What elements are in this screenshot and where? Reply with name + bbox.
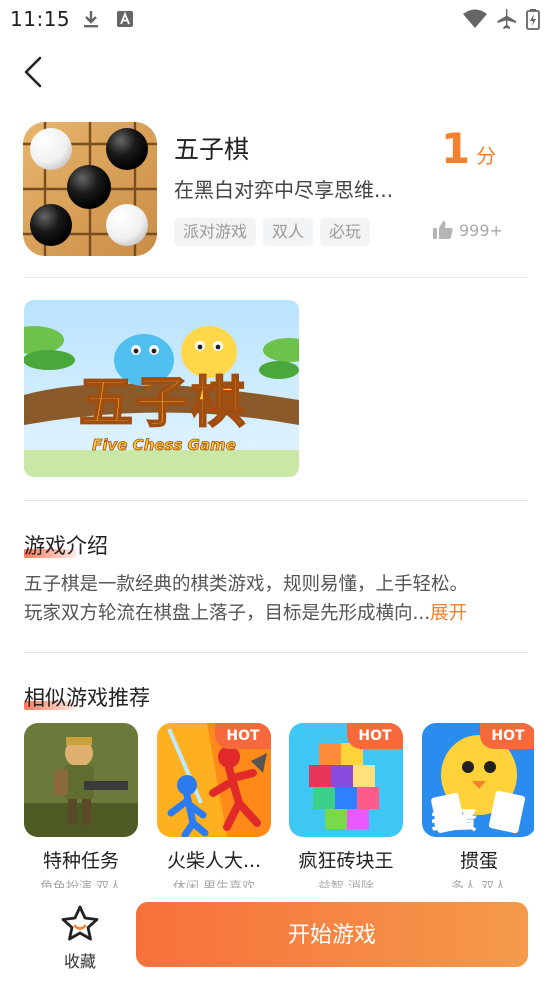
similar-game-item[interactable]: HOT 疯狂砖块王 益智 消除 <box>289 723 403 891</box>
wifi-icon <box>463 9 487 28</box>
game-thumbnail: 掼蛋 HOT <box>422 723 534 837</box>
like-count: 999+ <box>459 220 503 240</box>
game-name: 掼蛋 <box>459 850 498 872</box>
start-game-button[interactable]: 开始游戏 <box>136 902 528 967</box>
tag-list: 派对游戏 双人 必玩 <box>174 218 371 246</box>
thumbs-up-icon <box>433 221 453 239</box>
notification-a-icon <box>117 11 133 27</box>
battery-charging-icon <box>526 9 540 30</box>
similar-game-item[interactable]: HOT 火柴人大... 休闲 男生喜欢 <box>157 723 271 891</box>
airplane-mode-icon <box>497 9 516 29</box>
tag[interactable]: 派对游戏 <box>174 218 257 246</box>
intro-line-1: 五子棋是一款经典的棋类游戏，规则易懂，上手轻松。 <box>24 574 469 595</box>
game-thumbnail: HOT <box>157 723 271 837</box>
divider <box>24 277 528 278</box>
similar-game-item[interactable]: 掼蛋 HOT 掼蛋 多人 双人 <box>422 723 534 891</box>
star-icon <box>61 905 99 941</box>
game-title: 五子棋 <box>174 135 250 164</box>
hot-badge: HOT <box>215 723 271 749</box>
intro-text: 五子棋是一款经典的棋类游戏，规则易懂，上手轻松。 玩家双方轮流在棋盘上落子，目标… <box>24 570 528 628</box>
similar-games-list: 特种任务 角色扮演 双人 HOT 火柴人大... 休闲 男生喜欢 HOT 疯狂砖… <box>24 723 534 891</box>
score: 1分 <box>441 124 496 173</box>
intro-heading: 游戏介绍 <box>24 534 108 558</box>
score-value: 1 <box>441 124 471 173</box>
favorite-label: 收藏 <box>63 952 96 971</box>
divider <box>24 500 528 501</box>
similar-game-item[interactable]: 特种任务 角色扮演 双人 <box>24 723 138 891</box>
expand-link[interactable]: 展开 <box>430 603 467 624</box>
game-thumbnail <box>24 723 138 837</box>
like-button[interactable]: 999+ <box>432 220 503 240</box>
back-button[interactable] <box>18 55 52 89</box>
game-name: 火柴人大... <box>166 850 262 872</box>
guandan-logo-text: 掼蛋 <box>431 809 477 835</box>
status-bar: 11:15 <box>0 0 552 38</box>
status-time: 11:15 <box>10 7 71 31</box>
download-icon <box>84 11 98 28</box>
hot-badge: HOT <box>480 723 534 749</box>
game-banner[interactable]: 五子棋 Five Chess Game <box>24 300 299 477</box>
similar-heading: 相似游戏推荐 <box>24 686 150 710</box>
game-name: 疯狂砖块王 <box>298 850 394 872</box>
score-unit: 分 <box>476 144 497 168</box>
hot-badge: HOT <box>347 723 403 749</box>
gomoku-board-icon <box>23 122 157 256</box>
game-description: 在黑白对弈中尽享思维... <box>174 178 394 202</box>
intro-line-2: 玩家双方轮流在棋盘上落子，目标是先形成横向...展开 <box>24 603 468 624</box>
game-name: 特种任务 <box>42 850 119 872</box>
tag[interactable]: 必玩 <box>320 218 371 246</box>
banner-title: 五子棋 <box>78 370 247 435</box>
tag[interactable]: 双人 <box>263 218 314 246</box>
favorite-button[interactable]: 收藏 <box>55 904 105 972</box>
banner-subtitle: Five Chess Game <box>92 436 237 455</box>
game-thumbnail: HOT <box>289 723 403 837</box>
divider <box>24 652 528 653</box>
bottom-action-bar: 收藏 开始游戏 <box>0 888 552 983</box>
